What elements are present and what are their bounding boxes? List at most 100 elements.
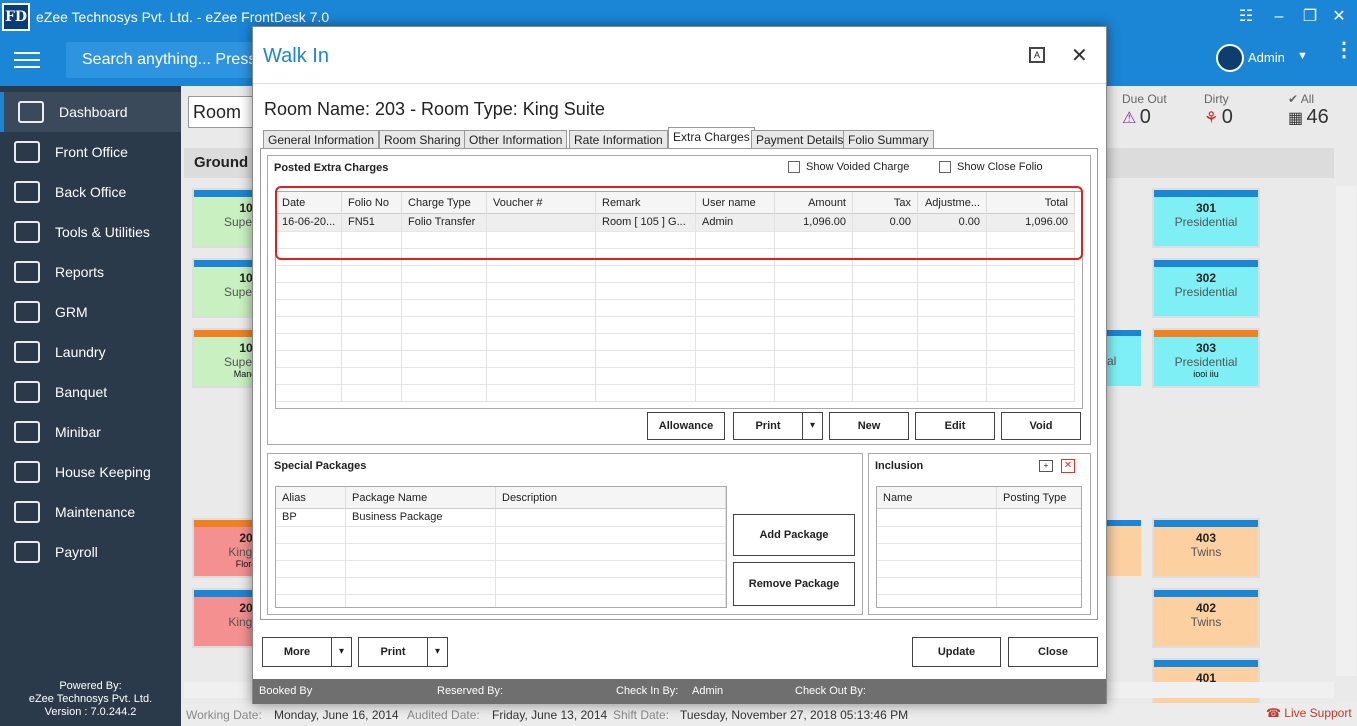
empty-cell[interactable] — [918, 367, 987, 384]
empty-cell[interactable] — [987, 299, 1075, 316]
empty-cell[interactable] — [596, 316, 696, 333]
empty-cell[interactable] — [853, 350, 918, 367]
tab-extra-charges[interactable]: Extra Charges — [668, 127, 755, 149]
maximize-icon[interactable]: ❐ — [1299, 6, 1321, 28]
empty-cell[interactable] — [877, 509, 997, 526]
empty-cell[interactable] — [276, 367, 342, 384]
empty-cell[interactable] — [696, 316, 775, 333]
empty-cell[interactable] — [853, 282, 918, 299]
empty-cell[interactable] — [596, 367, 696, 384]
empty-cell[interactable] — [696, 350, 775, 367]
empty-cell[interactable] — [276, 543, 346, 560]
sidebar-item-grm[interactable]: GRM — [0, 292, 181, 332]
empty-cell[interactable] — [487, 367, 596, 384]
remove-inclusion-icon[interactable]: ✕ — [1061, 459, 1075, 473]
footer-print-button[interactable]: Print — [358, 637, 428, 667]
vertical-scrollbar[interactable] — [1336, 186, 1356, 676]
empty-cell[interactable] — [853, 316, 918, 333]
tab-general-information[interactable]: General Information — [263, 130, 380, 149]
empty-cell[interactable] — [276, 265, 342, 282]
empty-cell[interactable] — [918, 333, 987, 350]
more-dropdown-icon[interactable]: ▾ — [331, 637, 352, 667]
empty-cell[interactable] — [342, 384, 402, 401]
user-avatar-icon[interactable] — [1216, 44, 1244, 72]
empty-cell[interactable] — [918, 282, 987, 299]
empty-cell[interactable] — [987, 367, 1075, 384]
empty-cell[interactable] — [276, 333, 342, 350]
new-button[interactable]: New — [829, 412, 909, 440]
empty-cell[interactable] — [877, 577, 997, 594]
tab-room-sharing[interactable]: Room Sharing — [379, 130, 466, 149]
search-input[interactable]: Search anything... Press — [66, 42, 266, 78]
sidebar-item-laundry[interactable]: Laundry — [0, 332, 181, 372]
column-header[interactable]: Package Name — [346, 487, 496, 509]
empty-cell[interactable] — [987, 282, 1075, 299]
translate-icon[interactable]: ☷ — [1235, 6, 1257, 28]
allowance-button[interactable]: Allowance — [647, 412, 725, 440]
room-tile[interactable]: 403 Twins — [1152, 518, 1260, 578]
empty-cell[interactable] — [276, 384, 342, 401]
empty-cell[interactable] — [346, 594, 496, 607]
footer-print-dropdown-icon[interactable]: ▾ — [427, 637, 448, 667]
empty-cell[interactable] — [342, 350, 402, 367]
empty-cell[interactable] — [487, 299, 596, 316]
empty-cell[interactable] — [276, 526, 346, 543]
empty-cell[interactable] — [918, 265, 987, 282]
room-tile[interactable]: 301 Presidential — [1152, 188, 1260, 248]
empty-cell[interactable] — [918, 384, 987, 401]
table-cell[interactable]: BP — [276, 509, 346, 526]
empty-cell[interactable] — [877, 560, 997, 577]
empty-cell[interactable] — [342, 282, 402, 299]
empty-cell[interactable] — [997, 577, 1081, 594]
empty-cell[interactable] — [402, 316, 487, 333]
void-button[interactable]: Void — [1001, 412, 1081, 440]
sidebar-item-reports[interactable]: Reports — [0, 252, 181, 292]
empty-cell[interactable] — [276, 350, 342, 367]
sidebar-item-payroll[interactable]: Payroll — [0, 532, 181, 572]
empty-cell[interactable] — [853, 367, 918, 384]
tab-folio-summary[interactable]: Folio Summary — [843, 130, 934, 149]
empty-cell[interactable] — [696, 333, 775, 350]
show-voided-checkbox[interactable]: Show Voided Charge — [788, 161, 909, 173]
empty-cell[interactable] — [496, 526, 726, 543]
empty-cell[interactable] — [775, 384, 853, 401]
empty-cell[interactable] — [402, 299, 487, 316]
user-name[interactable]: Admin — [1248, 50, 1285, 65]
empty-cell[interactable] — [853, 265, 918, 282]
empty-cell[interactable] — [276, 594, 346, 607]
partial-room-tile[interactable]: al — [1105, 330, 1141, 386]
empty-cell[interactable] — [918, 350, 987, 367]
empty-cell[interactable] — [342, 316, 402, 333]
update-button[interactable]: Update — [912, 637, 1001, 667]
column-header[interactable]: Name — [877, 487, 997, 509]
empty-cell[interactable] — [496, 543, 726, 560]
sidebar-item-minibar[interactable]: Minibar — [0, 412, 181, 452]
print-dropdown-icon[interactable]: ▾ — [802, 412, 823, 440]
live-support-link[interactable]: ☎ Live Support — [1266, 706, 1352, 720]
empty-cell[interactable] — [987, 265, 1075, 282]
empty-cell[interactable] — [877, 526, 997, 543]
sidebar-item-tools[interactable]: Tools & Utilities — [0, 212, 181, 252]
table-cell[interactable]: Business Package — [346, 509, 496, 526]
empty-cell[interactable] — [696, 384, 775, 401]
empty-cell[interactable] — [402, 333, 487, 350]
empty-cell[interactable] — [346, 577, 496, 594]
column-header[interactable]: Posting Type — [997, 487, 1081, 509]
hamburger-menu-icon[interactable] — [14, 52, 40, 68]
inclusion-grid[interactable]: Name Posting Type — [876, 486, 1082, 608]
empty-cell[interactable] — [997, 543, 1081, 560]
empty-cell[interactable] — [997, 509, 1081, 526]
table-cell[interactable] — [496, 509, 726, 526]
empty-cell[interactable] — [402, 384, 487, 401]
empty-cell[interactable] — [276, 577, 346, 594]
empty-cell[interactable] — [775, 316, 853, 333]
empty-cell[interactable] — [496, 594, 726, 607]
empty-cell[interactable] — [276, 299, 342, 316]
empty-cell[interactable] — [987, 316, 1075, 333]
empty-cell[interactable] — [775, 265, 853, 282]
empty-cell[interactable] — [775, 367, 853, 384]
empty-cell[interactable] — [402, 350, 487, 367]
sidebar-item-maintenance[interactable]: Maintenance — [0, 492, 181, 532]
close-button[interactable]: Close — [1008, 637, 1098, 667]
empty-cell[interactable] — [596, 299, 696, 316]
